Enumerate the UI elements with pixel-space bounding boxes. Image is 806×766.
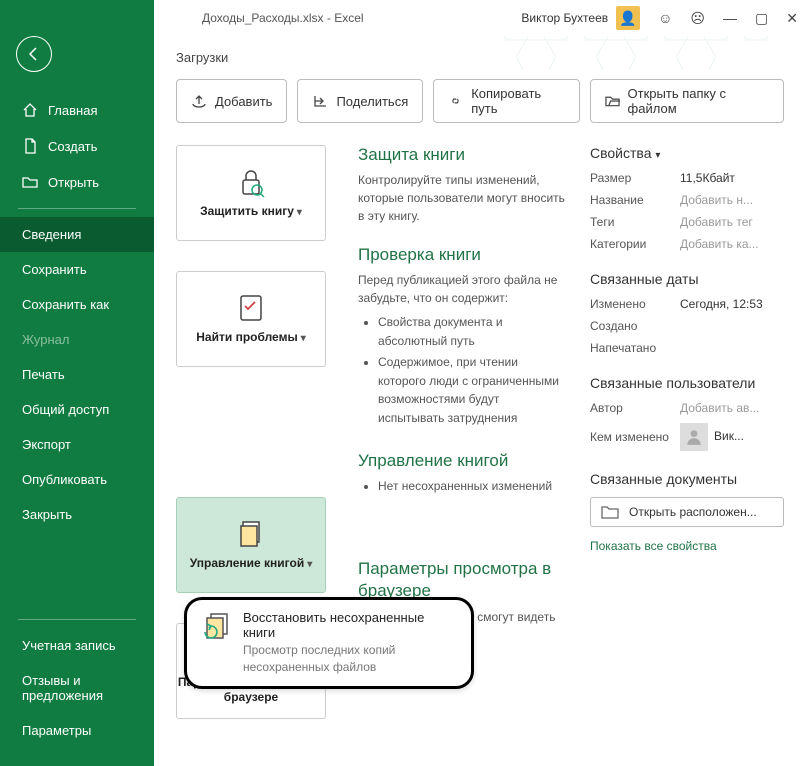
nav-share[interactable]: Общий доступ bbox=[0, 392, 154, 427]
back-button[interactable] bbox=[16, 36, 52, 72]
copypath-button[interactable]: Копировать путь bbox=[433, 79, 579, 123]
nav-print[interactable]: Печать bbox=[0, 357, 154, 392]
nav-create[interactable]: Создать bbox=[0, 128, 154, 164]
nav-close[interactable]: Закрыть bbox=[0, 497, 154, 532]
add-author[interactable]: Добавить ав... bbox=[680, 401, 759, 415]
nav-save[interactable]: Сохранить bbox=[0, 252, 154, 287]
close-icon[interactable]: ✕ bbox=[786, 10, 798, 27]
nav-feedback[interactable]: Отзывы и предложения bbox=[0, 663, 154, 713]
properties-panel: Свойства ▾ Размер11,5Кбайт НазваниеДобав… bbox=[590, 145, 784, 553]
home-icon bbox=[22, 102, 38, 118]
face-smile-icon[interactable]: ☺ bbox=[658, 10, 672, 27]
user-placeholder-icon bbox=[680, 423, 708, 451]
sidebar: Главная Создать Открыть Сведения Сохрани… bbox=[0, 0, 154, 766]
lock-icon bbox=[235, 166, 267, 198]
nav-account[interactable]: Учетная запись bbox=[0, 628, 154, 663]
maximize-icon[interactable]: ▢ bbox=[755, 10, 768, 27]
openfolder-button[interactable]: Открыть папку с файлом bbox=[590, 79, 784, 123]
recover-icon bbox=[201, 610, 233, 642]
upload-button[interactable]: Добавить bbox=[176, 79, 287, 123]
open-location-button[interactable]: Открыть расположен... bbox=[590, 497, 784, 527]
add-category[interactable]: Добавить ка... bbox=[680, 237, 759, 251]
manage-section: Управление книгой Нет несохраненных изме… bbox=[358, 451, 568, 499]
protect-tile[interactable]: Защитить книгу▾ bbox=[176, 145, 326, 241]
document-icon bbox=[22, 138, 38, 154]
nav-open[interactable]: Открыть bbox=[0, 164, 154, 200]
protect-section: Защита книги Контролируйте типы изменени… bbox=[358, 145, 568, 225]
checklist-icon bbox=[235, 292, 267, 324]
callout-desc: Просмотр последних копий несохраненных ф… bbox=[243, 642, 457, 676]
minimize-icon[interactable]: — bbox=[723, 10, 737, 27]
recover-unsaved-callout[interactable]: Восстановить несохраненные книги Просмот… bbox=[184, 597, 474, 689]
avatar: 👤 bbox=[616, 6, 640, 30]
nav-publish[interactable]: Опубликовать bbox=[0, 462, 154, 497]
nav-home[interactable]: Главная bbox=[0, 92, 154, 128]
folder-open-icon bbox=[22, 174, 38, 190]
user-account[interactable]: Виктор Бухтеев 👤 bbox=[521, 6, 640, 30]
face-sad-icon[interactable]: ☹ bbox=[690, 10, 705, 27]
add-tags[interactable]: Добавить тег bbox=[680, 215, 753, 229]
workbook-icon bbox=[235, 518, 267, 550]
manage-tile[interactable]: Управление книгой▾ bbox=[176, 497, 326, 593]
callout-title: Восстановить несохраненные книги bbox=[243, 610, 457, 640]
titlebar: Доходы_Расходы.xlsx - Excel Виктор Бухте… bbox=[154, 0, 806, 36]
nav-info[interactable]: Сведения bbox=[0, 217, 154, 252]
document-title: Доходы_Расходы.xlsx - Excel bbox=[202, 11, 364, 25]
nav-export[interactable]: Экспорт bbox=[0, 427, 154, 462]
action-row: Добавить Поделиться Копировать путь Откр… bbox=[176, 79, 784, 123]
show-all-properties[interactable]: Показать все свойства bbox=[590, 539, 784, 553]
nav-options[interactable]: Параметры bbox=[0, 713, 154, 748]
add-title[interactable]: Добавить н... bbox=[680, 193, 753, 207]
user-name: Виктор Бухтеев bbox=[521, 11, 608, 25]
inspect-tile[interactable]: Найти проблемы▾ bbox=[176, 271, 326, 367]
folder-icon bbox=[601, 504, 619, 520]
nav-saveas[interactable]: Сохранить как bbox=[0, 287, 154, 322]
inspect-section: Проверка книги Перед публикацией этого ф… bbox=[358, 245, 568, 431]
share-button[interactable]: Поделиться bbox=[297, 79, 423, 123]
nav-history: Журнал bbox=[0, 322, 154, 357]
props-heading[interactable]: Свойства ▾ bbox=[590, 145, 784, 161]
